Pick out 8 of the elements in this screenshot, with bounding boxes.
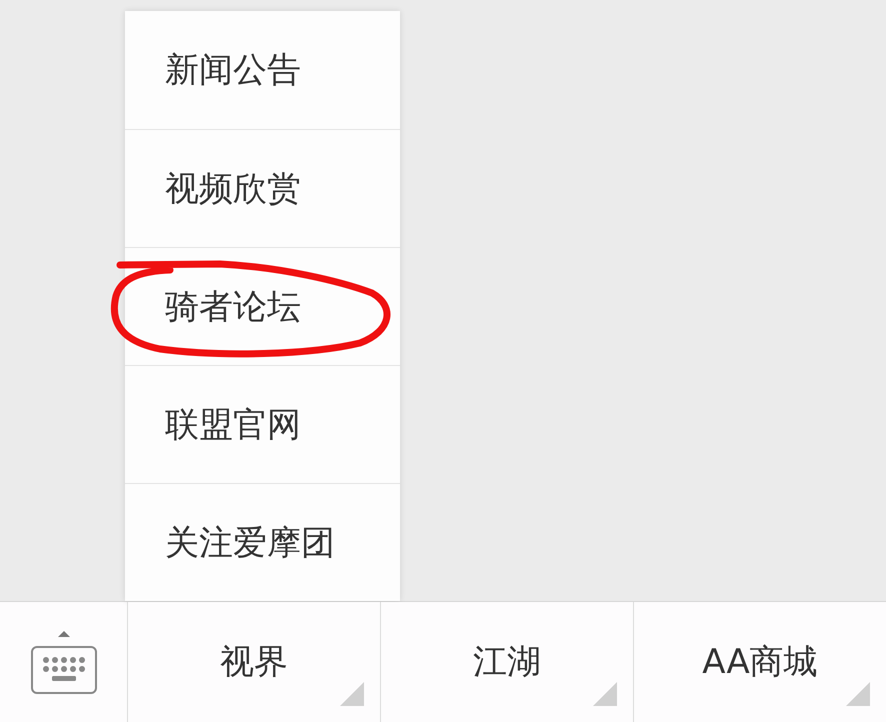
keyboard-icon[interactable] (30, 629, 98, 695)
menu-item[interactable]: 骑者论坛 (125, 247, 400, 365)
corner-triangle-icon (340, 682, 364, 706)
menu-item[interactable]: 视频欣赏 (125, 129, 400, 247)
corner-triangle-icon (846, 682, 870, 706)
menu-item[interactable]: 新闻公告 (125, 11, 400, 129)
corner-triangle-icon (593, 682, 617, 706)
menu-item[interactable]: 联盟官网 (125, 365, 400, 483)
